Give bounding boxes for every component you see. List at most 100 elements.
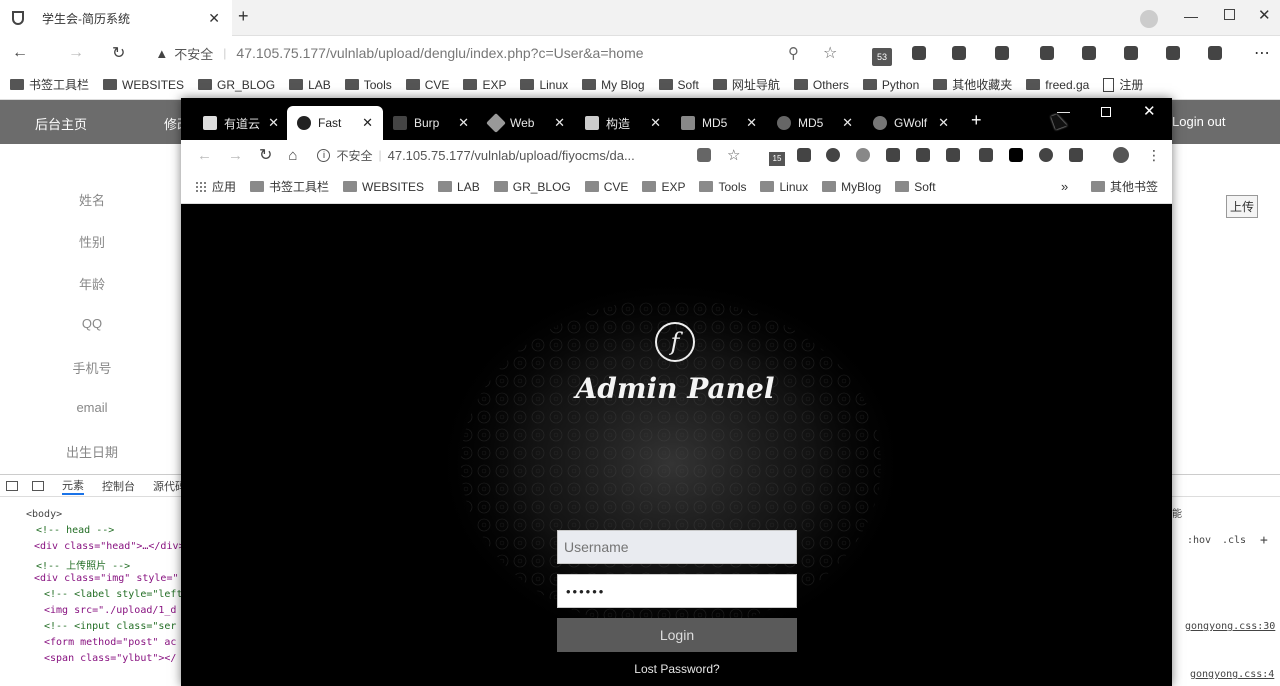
nav-home[interactable]: 后台主页 [35,114,87,133]
devtools-tab-elements[interactable]: 元素 [62,477,84,495]
close-icon[interactable]: ✕ [208,10,220,27]
extension-icon[interactable] [1166,46,1180,60]
tab[interactable]: GWolf ✕ [863,106,959,140]
close-icon[interactable]: ✕ [362,115,373,131]
reload-icon[interactable]: ↻ [259,145,272,165]
close-icon[interactable]: ✕ [650,115,661,131]
restore-icon[interactable] [1101,107,1111,117]
bookmark-item[interactable]: CVE [584,180,628,194]
bookmark-item[interactable]: Others [793,78,849,92]
bookmark-item[interactable]: Tools [699,180,746,194]
device-icon[interactable] [32,480,44,491]
bookmark-item[interactable]: Python [862,78,919,92]
bookmark-item[interactable]: WEBSITES [103,78,184,92]
bookmark-item[interactable]: 书签工具栏 [10,76,89,93]
username-input[interactable] [557,530,797,564]
close-icon[interactable]: ✕ [554,115,565,131]
bookmark-item[interactable]: 注册 [1103,76,1143,93]
extension-icon[interactable] [1208,46,1222,60]
extension-icon[interactable] [979,148,993,162]
home-icon[interactable]: ⌂ [288,147,297,164]
key-icon[interactable]: ⚲ [788,44,799,62]
lost-password-link[interactable]: Lost Password? [617,662,737,676]
bookmark-item[interactable]: 书签工具栏 [250,178,329,195]
bookmark-item[interactable]: MyBlog [822,180,881,194]
dom-line[interactable]: <!-- 上传照片 --> [36,557,130,572]
dom-line[interactable]: <img src="./upload/1_d [44,605,176,616]
bookmark-item[interactable]: Soft [658,78,699,92]
other-bookmarks[interactable]: 其他书签 [1091,178,1158,195]
tab[interactable]: 构造 ✕ [575,106,671,140]
upload-button[interactable]: 上传 [1226,195,1259,218]
extension-icon[interactable] [952,46,966,60]
tab[interactable]: Web ✕ [479,106,575,140]
login-button[interactable]: Login [557,618,797,652]
cls-toggle[interactable]: .cls [1222,535,1246,546]
menu-icon[interactable]: ⋯ [1254,43,1270,63]
close-icon[interactable]: ✕ [268,115,279,131]
bookmark-item[interactable]: LAB [438,180,480,194]
tab[interactable]: MD5 ✕ [671,106,767,140]
extension-icon[interactable] [946,148,960,162]
extension-icon[interactable] [1082,46,1096,60]
dom-line[interactable]: <div class="head">…</div> [34,541,185,552]
password-input[interactable]: •••••• [557,574,797,608]
tab[interactable]: MD5 ✕ [767,106,863,140]
back-active-tab[interactable]: 学生会-简历系统 ✕ [0,0,232,36]
bookmarks-overflow-button[interactable]: » [1061,179,1068,194]
close-window-icon[interactable]: ✕ [1258,6,1271,24]
extension-icon[interactable] [1009,148,1023,162]
forward-arrow-icon[interactable]: → [68,44,84,62]
star-icon[interactable]: ☆ [727,146,740,164]
css-source-link[interactable]: gongyong.css:30 [1185,621,1275,632]
bookmark-item[interactable]: Linux [520,78,568,92]
bookmark-item[interactable]: Tools [344,78,392,92]
minimize-icon[interactable]: — [1184,8,1198,24]
css-source-link[interactable]: gongyong.css:4 [1190,669,1274,680]
dom-line[interactable]: <div class="img" style=" [34,573,179,584]
bookmark-item[interactable]: My Blog [582,78,645,92]
tab[interactable]: 有道云 ✕ [193,106,289,140]
new-tab-icon[interactable]: + [971,110,982,131]
extension-icon[interactable] [995,46,1009,60]
dom-line[interactable]: <body> [26,509,62,520]
bookmark-item[interactable]: Linux [760,180,808,194]
bookmark-item[interactable]: EXP [642,180,685,194]
close-window-icon[interactable]: ✕ [1143,102,1156,120]
forward-arrow-icon[interactable]: → [228,147,243,164]
bookmark-item[interactable]: Soft [895,180,936,194]
bookmark-item[interactable]: WEBSITES [343,180,424,194]
new-tab-icon[interactable]: + [238,6,249,27]
bookmark-item[interactable]: freed.ga [1026,78,1089,92]
bookmark-item[interactable]: 网址导航 [712,76,780,93]
close-icon[interactable]: ✕ [746,115,757,131]
extension-icon[interactable] [1040,46,1054,60]
profile-icon[interactable] [1140,10,1158,28]
profile-avatar-icon[interactable] [1113,147,1129,163]
bookmark-item[interactable]: CVE [405,78,449,92]
back-arrow-icon[interactable]: ← [12,44,28,62]
tab-active[interactable]: Fast ✕ [287,106,383,140]
menu-icon[interactable]: ⋮ [1147,147,1161,164]
bookmark-item[interactable]: 其他收藏夹 [933,76,1012,93]
extension-icon[interactable] [912,46,926,60]
back-url[interactable]: 47.105.75.177/vulnlab/upload/denglu/inde… [236,45,643,61]
dom-line[interactable]: <span class="ylbut"></ [44,653,176,664]
back-arrow-icon[interactable]: ← [197,147,212,164]
bookmark-item[interactable]: LAB [289,78,331,92]
extension-icon[interactable] [826,148,840,162]
dom-line[interactable]: <!-- head --> [36,525,114,536]
extension-icon[interactable] [856,148,870,162]
hov-toggle[interactable]: :hov [1187,535,1211,546]
extension-icon[interactable] [1069,148,1083,162]
extension-icon[interactable] [886,148,900,162]
translate-icon[interactable] [697,148,711,162]
extension-badge[interactable]: 15 [769,152,785,166]
bookmark-item[interactable]: GR_BLOG [493,180,571,194]
close-icon[interactable]: ✕ [458,115,469,131]
close-icon[interactable]: ✕ [938,115,949,131]
devtools-tab-console[interactable]: 控制台 [102,478,135,494]
bookmark-item[interactable]: GR_BLOG [198,78,275,92]
bookmark-item[interactable]: 应用 [195,178,236,195]
inspect-icon[interactable] [6,480,18,491]
